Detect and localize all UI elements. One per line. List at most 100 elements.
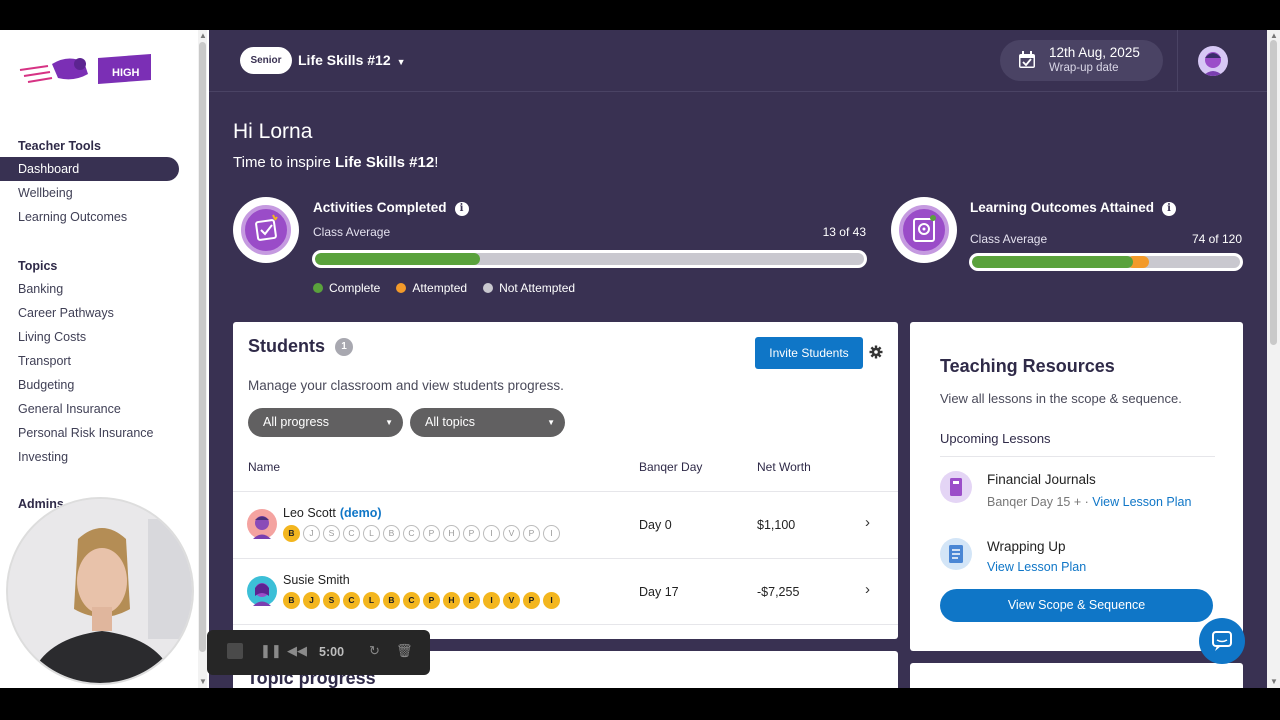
table-row[interactable]: Leo Scott (demo) BJSCLBCPHPIVPI Day 0 $1,… [233, 491, 898, 558]
legend-complete: Complete [313, 281, 380, 295]
logo[interactable]: HIGH [18, 52, 158, 92]
topic-chip: J [303, 592, 320, 609]
sidebar-scrollbar[interactable]: ▲ ▼ [198, 30, 207, 688]
topic-chip: B [283, 592, 300, 609]
scrollbar-thumb[interactable] [199, 42, 206, 652]
class-selector[interactable]: Life Skills #12 ▼ [298, 52, 406, 68]
top-bar: Senior Life Skills #12 ▼ 12th Aug, 2025 W… [209, 30, 1267, 92]
chat-button[interactable] [1199, 618, 1245, 664]
activities-title-text: Activities Completed [313, 200, 447, 215]
stop-icon[interactable] [227, 643, 243, 659]
lesson-meta: View Lesson Plan [987, 560, 1086, 574]
chevron-right-icon[interactable]: › [865, 581, 870, 598]
scroll-down-icon[interactable]: ▼ [199, 677, 207, 686]
net-worth: -$7,255 [757, 585, 800, 599]
chevron-right-icon[interactable]: › [865, 514, 870, 531]
progress-filter-dropdown[interactable]: All progress ▼ [248, 408, 403, 437]
student-name-text: Leo Scott [283, 506, 336, 520]
students-card: Students 1 Invite Students Manage your c… [233, 322, 898, 639]
column-header-name[interactable]: Name [248, 460, 280, 474]
app-window: HIGH Teacher Tools Dashboard Wellbeing L… [0, 30, 1280, 688]
scroll-up-icon[interactable]: ▲ [199, 31, 207, 40]
sidebar-item-banking[interactable]: Banking [0, 277, 196, 301]
target-icon [913, 215, 936, 242]
progress-complete [972, 256, 1133, 268]
student-name: Leo Scott (demo) [283, 506, 382, 520]
invite-students-button[interactable]: Invite Students [755, 337, 863, 369]
sidebar-item-investing[interactable]: Investing [0, 445, 196, 469]
topic-chip: I [483, 525, 500, 542]
topic-chip: P [463, 525, 480, 542]
student-avatar [247, 576, 277, 606]
student-avatar [247, 509, 277, 539]
pause-icon[interactable]: ❚❚ [260, 643, 282, 659]
recording-timer: 5:00 [319, 645, 345, 659]
activities-sub: Class Average [313, 225, 391, 239]
info-icon[interactable]: i [1162, 202, 1177, 216]
legend-dot [483, 283, 494, 293]
topic-chip: H [443, 525, 460, 542]
recording-toolbar: ❚❚ ◀◀ 5:00 ↻ 🗑 [207, 630, 430, 675]
activities-count: 13 of 43 [822, 225, 866, 239]
sidebar-item-budgeting[interactable]: Budgeting [0, 373, 196, 397]
restart-icon[interactable]: ↻ [369, 643, 380, 659]
lesson-name: Wrapping Up [987, 539, 1066, 554]
student-count-badge: 1 [335, 338, 353, 356]
chevron-down-icon: ▼ [385, 418, 393, 427]
logo-text: HIGH [112, 67, 140, 79]
column-header-banqer-day[interactable]: Banqer Day [639, 460, 702, 474]
inspire-prefix: Time to inspire [233, 154, 335, 171]
main-content: Senior Life Skills #12 ▼ 12th Aug, 2025 W… [209, 30, 1267, 688]
progress-legend: Complete Attempted Not Attempted [313, 281, 575, 295]
webcam-overlay[interactable] [6, 497, 194, 685]
students-description: Manage your classroom and view students … [248, 378, 564, 393]
legend-label: Not Attempted [499, 281, 576, 295]
secondary-card [910, 663, 1243, 688]
trash-icon[interactable]: 🗑 [396, 643, 413, 659]
topic-chip: B [383, 525, 400, 542]
nav-topics: Topics Banking Career Pathways Living Co… [0, 255, 196, 469]
scrollbar-thumb[interactable] [1270, 40, 1277, 345]
sidebar-item-wellbeing[interactable]: Wellbeing [0, 181, 196, 205]
scroll-up-icon[interactable]: ▲ [1270, 31, 1278, 40]
topic-chip: V [503, 592, 520, 609]
sidebar-item-living-costs[interactable]: Living Costs [0, 325, 196, 349]
gear-icon[interactable] [869, 345, 883, 359]
checkbox-icon [255, 214, 278, 241]
rewind-icon[interactable]: ◀◀ [287, 643, 307, 659]
sidebar-item-career-pathways[interactable]: Career Pathways [0, 301, 196, 325]
column-header-net-worth[interactable]: Net Worth [757, 460, 811, 474]
wrap-up-date[interactable]: 12th Aug, 2025 Wrap-up date [1000, 40, 1163, 81]
topic-chip: C [343, 592, 360, 609]
scroll-down-icon[interactable]: ▼ [1270, 677, 1278, 686]
view-scope-sequence-button[interactable]: View Scope & Sequence [940, 589, 1213, 622]
activities-badge [233, 197, 299, 263]
students-title: Students [248, 336, 326, 356]
topic-chip: P [463, 592, 480, 609]
teaching-resources-card: Teaching Resources View all lessons in t… [910, 322, 1243, 651]
legend-attempted: Attempted [396, 281, 467, 295]
outcomes-badge [891, 197, 957, 263]
topic-chip: C [343, 525, 360, 542]
table-row[interactable]: Susie Smith BJSCLBCPHPIVPI Day 17 -$7,25… [233, 558, 898, 625]
divider [1177, 30, 1178, 92]
class-name: Life Skills #12 [298, 52, 391, 68]
dropdown-value: All topics [425, 415, 476, 429]
user-avatar[interactable] [1198, 46, 1228, 76]
topic-chip: P [523, 592, 540, 609]
sidebar-item-dashboard[interactable]: Dashboard [0, 157, 179, 181]
main-scrollbar[interactable]: ▲ ▼ [1267, 30, 1280, 688]
sidebar-item-personal-risk-insurance[interactable]: Personal Risk Insurance [0, 421, 196, 445]
view-lesson-plan-link[interactable]: View Lesson Plan [1092, 495, 1191, 509]
sidebar-item-transport[interactable]: Transport [0, 349, 196, 373]
info-icon[interactable]: i [454, 202, 469, 216]
legend-not-attempted: Not Attempted [483, 281, 575, 295]
sidebar-item-learning-outcomes[interactable]: Learning Outcomes [0, 205, 196, 229]
outcomes-count: 74 of 120 [1191, 232, 1242, 246]
sidebar-item-general-insurance[interactable]: General Insurance [0, 397, 196, 421]
topics-filter-dropdown[interactable]: All topics ▼ [410, 408, 565, 437]
view-lesson-plan-link[interactable]: View Lesson Plan [987, 560, 1086, 574]
nav-teacher-tools: Teacher Tools Dashboard Wellbeing Learni… [0, 135, 196, 229]
legend-label: Complete [329, 281, 381, 295]
net-worth: $1,100 [757, 518, 796, 532]
